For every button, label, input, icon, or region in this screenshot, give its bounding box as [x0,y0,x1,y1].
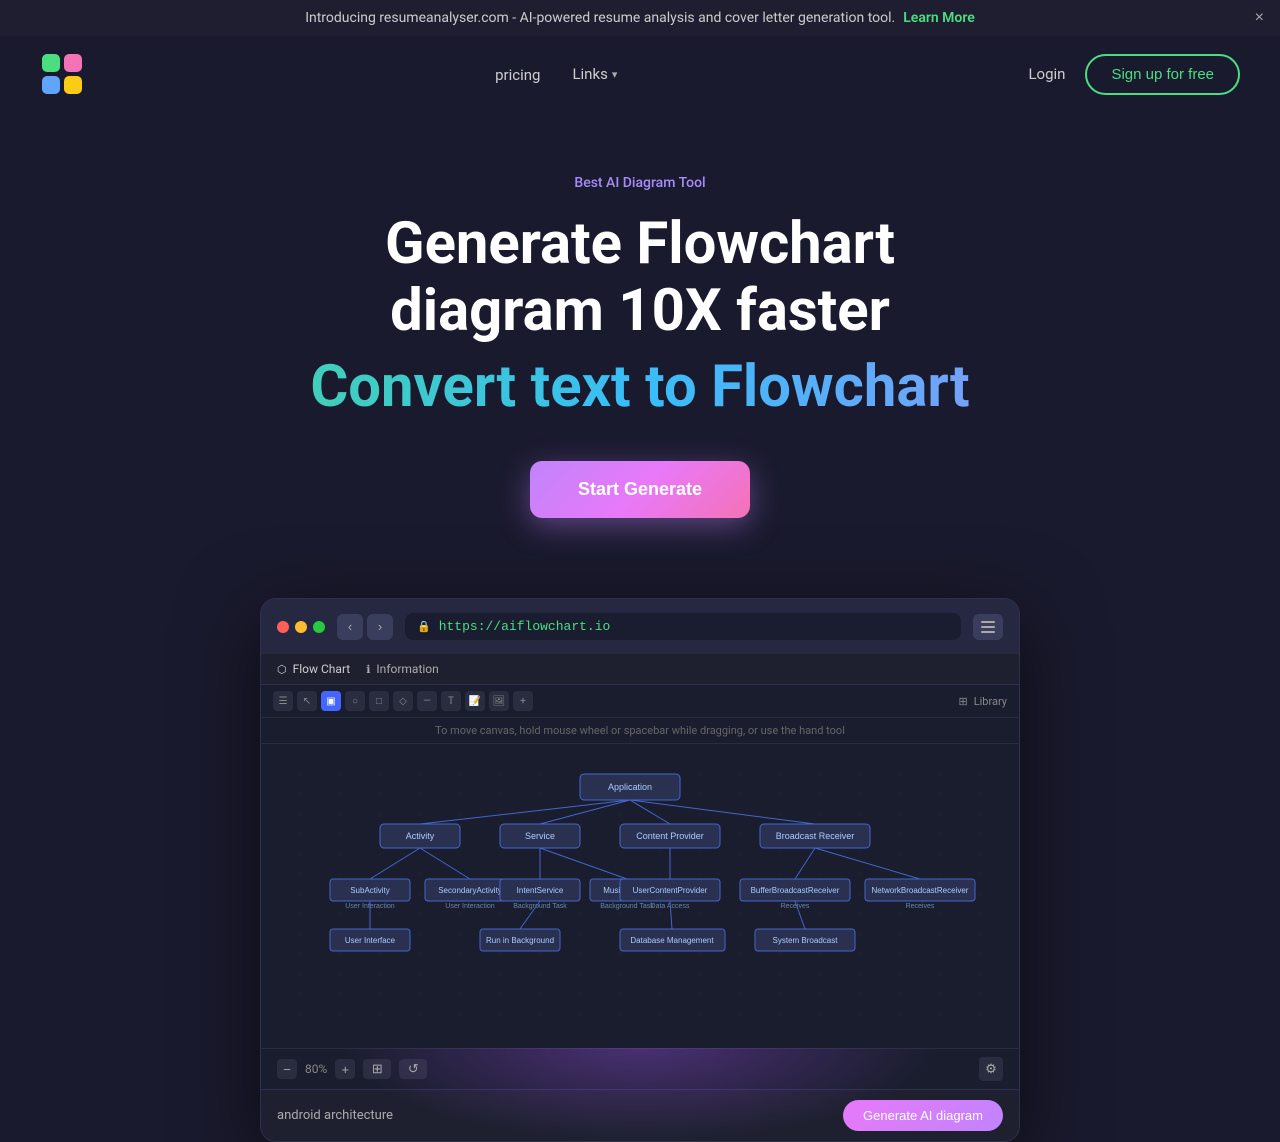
toolbar-line-icon[interactable]: — [417,691,437,711]
flowchart-tab[interactable]: ⬡ Flow Chart [277,662,350,676]
library-label: Library [974,695,1007,708]
svg-text:Background Task: Background Task [513,903,567,910]
svg-text:User Interface: User Interface [345,936,396,945]
browser-ai-bar: android architecture Generate AI diagram [261,1089,1019,1141]
toolbar-menu-icon[interactable]: ☰ [273,691,293,711]
learn-more-link[interactable]: Learn More [903,10,975,26]
flowchart-tab-icon: ⬡ [277,663,287,676]
toolbar-more-icon[interactable]: + [513,691,533,711]
browser-menu-button[interactable] [973,614,1003,640]
svg-text:SecondaryActivity: SecondaryActivity [438,886,502,895]
svg-text:Content Provider: Content Provider [636,831,704,841]
svg-text:Activity: Activity [406,831,435,841]
zoom-in-button[interactable]: + [335,1059,355,1079]
svg-text:Broadcast Receiver: Broadcast Receiver [776,831,855,841]
svg-text:SubActivity: SubActivity [350,886,390,895]
settings-button[interactable]: ⚙ [979,1057,1003,1081]
toolbar-left: ☰ ↖ ▣ ○ □ ◇ — T 📝 🖼 + [273,691,533,711]
zoom-controls: − 80% + ⊞ ↺ [277,1059,427,1079]
svg-text:NetworkBroadcastReceiver: NetworkBroadcastReceiver [872,886,969,895]
links-dropdown[interactable]: Links [572,65,607,83]
browser-forward-button[interactable]: › [367,614,393,640]
ai-input-text: android architecture [277,1108,393,1123]
svg-text:Run in Background: Run in Background [486,936,554,945]
toolbar-select-icon[interactable]: ▣ [321,691,341,711]
svg-text:User Interaction: User Interaction [445,903,495,910]
library-icon: ⊞ [958,695,967,708]
hero-badge: Best AI Diagram Tool [574,175,705,191]
toolbar-rect-icon[interactable]: □ [369,691,389,711]
announcement-banner: Introducing resumeanalyser.com - AI-powe… [0,0,1280,36]
information-tab[interactable]: ℹ Information [366,662,439,676]
browser-nav-buttons: ‹ › [337,614,393,640]
announcement-text: Introducing resumeanalyser.com - AI-powe… [305,10,895,26]
toolbar-cursor-icon[interactable]: ↖ [297,691,317,711]
hero-title: Generate Flowchart diagram 10X faster [290,211,990,344]
flowchart-svg: Application Activity Service Content Pro… [281,764,999,1024]
browser-titlebar: ‹ › 🔒 https://aiflowchart.io [261,599,1019,654]
reset-button[interactable]: ↺ [399,1059,427,1079]
toolbar-right: ⊞ Library [958,695,1007,708]
browser-content[interactable]: Application Activity Service Content Pro… [261,744,1019,1048]
svg-text:Receives: Receives [781,903,810,910]
logo-icon [40,52,84,96]
svg-text:Service: Service [525,831,555,841]
menu-line-1 [981,621,995,623]
browser-mockup: ‹ › 🔒 https://aiflowchart.io ⬡ Flow Char… [260,598,1020,1142]
zoom-level: 80% [305,1062,327,1076]
browser-hint: To move canvas, hold mouse wheel or spac… [261,718,1019,744]
browser-tabs: ⬡ Flow Chart ℹ Information [261,654,1019,685]
minimize-dot [295,621,307,633]
hero-section: Best AI Diagram Tool Generate Flowchart … [0,112,1280,558]
nav-links: pricing Links ▾ [495,65,617,84]
toolbar-text-icon[interactable]: T [441,691,461,711]
flowchart-tab-label: Flow Chart [293,662,351,676]
login-link[interactable]: Login [1028,65,1065,83]
toolbar-image-icon[interactable]: 🖼 [489,691,509,711]
browser-bottom-bar: − 80% + ⊞ ↺ ⚙ [261,1048,1019,1089]
svg-text:BufferBroadcastReceiver: BufferBroadcastReceiver [751,886,840,895]
svg-text:System Broadcast: System Broadcast [773,936,839,945]
navbar: pricing Links ▾ Login Sign up for free [0,36,1280,112]
browser-dots [277,621,325,633]
address-text: https://aiflowchart.io [439,619,611,634]
svg-text:Background Task: Background Task [600,903,654,910]
toolbar-note-icon[interactable]: 📝 [465,691,485,711]
links-chevron-icon: ▾ [612,68,618,81]
flowchart-area: Application Activity Service Content Pro… [281,764,999,1028]
menu-line-2 [981,626,995,628]
browser-mockup-container: ‹ › 🔒 https://aiflowchart.io ⬡ Flow Char… [0,558,1280,1142]
browser-address-bar[interactable]: 🔒 https://aiflowchart.io [405,613,961,640]
svg-text:Application: Application [608,782,652,792]
close-dot [277,621,289,633]
generate-ai-diagram-button[interactable]: Generate AI diagram [843,1100,1003,1131]
maximize-dot [313,621,325,633]
hero-subtitle: Convert text to Flowchart [20,354,1260,421]
browser-back-button[interactable]: ‹ [337,614,363,640]
browser-toolbar: ☰ ↖ ▣ ○ □ ◇ — T 📝 🖼 + ⊞ Library [261,685,1019,718]
close-banner-button[interactable]: × [1255,10,1264,26]
svg-text:IntentService: IntentService [517,886,564,895]
nav-right: Login Sign up for free [1028,54,1240,95]
svg-text:Receives: Receives [906,903,935,910]
lock-icon: 🔒 [417,620,431,633]
toolbar-circle-icon[interactable]: ○ [345,691,365,711]
signup-button[interactable]: Sign up for free [1085,54,1240,95]
info-tab-icon: ℹ [366,663,370,676]
logo-area[interactable] [40,52,84,96]
svg-text:Database Management: Database Management [630,936,714,945]
zoom-out-button[interactable]: − [277,1059,297,1079]
svg-text:UserContentProvider: UserContentProvider [633,886,708,895]
fit-button[interactable]: ⊞ [363,1059,391,1079]
start-generate-button[interactable]: Start Generate [530,461,750,518]
information-tab-label: Information [376,662,438,676]
hint-text: To move canvas, hold mouse wheel or spac… [435,724,845,737]
toolbar-diamond-icon[interactable]: ◇ [393,691,413,711]
pricing-link[interactable]: pricing [495,66,540,84]
menu-line-3 [981,631,995,633]
